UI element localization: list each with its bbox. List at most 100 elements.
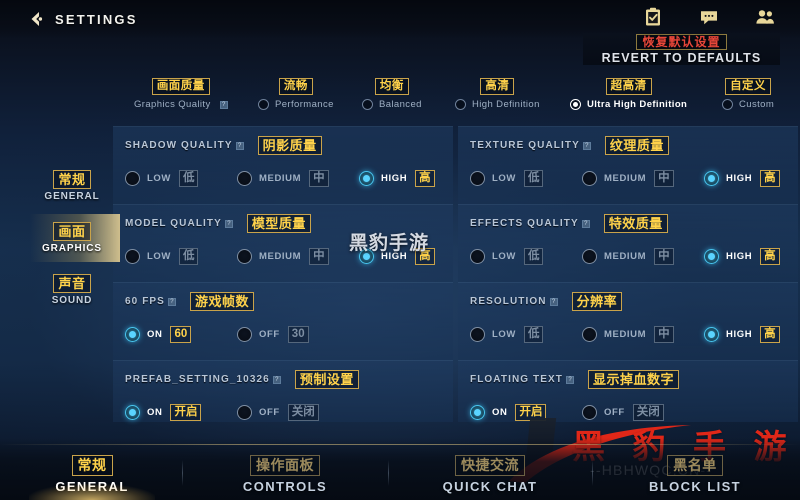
option-label: LOW <box>492 251 516 262</box>
option-label-cn: 开启 <box>170 404 202 421</box>
option-radio-selected[interactable] <box>359 171 374 186</box>
option-low[interactable]: LOW 低 <box>470 326 582 343</box>
preset-performance[interactable]: 流畅 Performance <box>258 78 334 110</box>
option-radio-selected[interactable] <box>125 405 140 420</box>
tab-controls[interactable]: 操作面板 CONTROLS <box>200 455 370 494</box>
preset-ultra-high-definition[interactable]: 超高清 Ultra High Definition <box>570 78 687 110</box>
option-radio[interactable] <box>237 327 252 342</box>
clipboard-check-icon[interactable] <box>642 6 664 28</box>
option-radio[interactable] <box>237 249 252 264</box>
preset-cn: 流畅 <box>278 78 313 95</box>
option-low[interactable]: LOW 低 <box>125 248 237 265</box>
chat-bubble-icon[interactable] <box>698 6 720 28</box>
preset-radio[interactable] <box>258 99 269 110</box>
help-icon[interactable]: ? <box>549 297 558 306</box>
settings-column-left: SHADOW QUALITY ? 阴影质量 LOW 低 MEDIUM 中 HIG… <box>113 126 453 422</box>
setting-header: RESOLUTION ? 分辨率 <box>470 292 798 311</box>
option-radio[interactable] <box>237 171 252 186</box>
option-radio[interactable] <box>237 405 252 420</box>
setting-title-cn: 游戏帧数 <box>189 292 254 311</box>
option-radio[interactable] <box>470 249 485 264</box>
option-label-cn: 低 <box>523 170 544 187</box>
revert-to-defaults-button[interactable]: 恢复默认设置 REVERT TO DEFAULTS <box>583 33 780 65</box>
option-medium[interactable]: MEDIUM 中 <box>237 170 359 187</box>
back-button[interactable]: SETTINGS <box>26 9 138 29</box>
option-off[interactable]: OFF 关闭 <box>582 404 704 421</box>
sidebar-item-sound[interactable]: 声音 SOUND <box>36 264 108 316</box>
option-label-cn: 高 <box>760 248 780 265</box>
setting-title: RESOLUTION <box>470 296 547 307</box>
preset-radio[interactable] <box>362 99 373 110</box>
option-radio-selected[interactable] <box>704 249 719 264</box>
option-label: HIGH <box>726 251 753 262</box>
option-on[interactable]: ON 开启 <box>125 404 237 421</box>
option-radio-selected[interactable] <box>704 327 719 342</box>
help-icon[interactable]: ? <box>581 219 590 228</box>
option-label-cn: 低 <box>178 248 199 265</box>
setting-options: LOW 低 MEDIUM 中 HIGH 高 <box>125 170 453 187</box>
graphics-quality-group-label: 画面质量 Graphics Quality ? <box>134 78 228 110</box>
help-icon[interactable]: ? <box>167 297 176 306</box>
preset-custom[interactable]: 自定义 Custom <box>722 78 774 110</box>
option-radio[interactable] <box>582 327 597 342</box>
preset-high-definition[interactable]: 高清 High Definition <box>455 78 540 110</box>
option-medium[interactable]: MEDIUM 中 <box>582 248 704 265</box>
option-high[interactable]: HIGH 高 <box>704 326 780 343</box>
option-radio-selected[interactable] <box>704 171 719 186</box>
option-low[interactable]: LOW 低 <box>470 170 582 187</box>
option-radio[interactable] <box>125 171 140 186</box>
tab-block-list[interactable]: 黑名单 BLOCK LIST <box>610 455 780 494</box>
option-label: HIGH <box>381 251 408 262</box>
setting-effects-quality: EFFECTS QUALITY ? 特效质量 LOW 低 MEDIUM 中 HI… <box>458 204 798 282</box>
option-low[interactable]: LOW 低 <box>470 248 582 265</box>
preset-radio-selected[interactable] <box>570 99 581 110</box>
option-radio-selected[interactable] <box>470 405 485 420</box>
help-icon[interactable]: ? <box>582 141 591 150</box>
preset-radio[interactable] <box>455 99 466 110</box>
help-icon[interactable]: ? <box>219 100 228 109</box>
option-radio-selected[interactable] <box>359 249 374 264</box>
option-high[interactable]: HIGH 高 <box>359 170 435 187</box>
help-icon[interactable]: ? <box>272 375 281 384</box>
preset-balanced[interactable]: 均衡 Balanced <box>362 78 422 110</box>
option-off[interactable]: OFF 30 <box>237 326 359 343</box>
preset-cn: 超高清 <box>605 78 652 95</box>
preset-cn: 高清 <box>480 78 515 95</box>
sidebar-item-graphics[interactable]: 画面 GRAPHICS <box>30 212 120 264</box>
option-label: HIGH <box>726 329 753 340</box>
option-high[interactable]: HIGH 高 <box>704 170 780 187</box>
option-medium[interactable]: MEDIUM 中 <box>237 248 359 265</box>
option-high[interactable]: HIGH 高 <box>704 248 780 265</box>
option-on[interactable]: ON 开启 <box>470 404 582 421</box>
preset-radio[interactable] <box>722 99 733 110</box>
nav-divider <box>182 460 183 486</box>
option-radio-selected[interactable] <box>125 327 140 342</box>
option-label: LOW <box>147 173 171 184</box>
option-radio[interactable] <box>125 249 140 264</box>
help-icon[interactable]: ? <box>566 375 574 384</box>
setting-title: FLOATING TEXT <box>470 374 563 385</box>
setting-options: LOW 低 MEDIUM 中 HIGH 高 <box>470 170 798 187</box>
option-medium[interactable]: MEDIUM 中 <box>582 170 704 187</box>
page-title: SETTINGS <box>55 11 138 27</box>
option-radio[interactable] <box>582 249 597 264</box>
option-radio[interactable] <box>582 405 597 420</box>
setting-title-cn: 预制设置 <box>294 370 359 389</box>
option-off[interactable]: OFF 关闭 <box>237 404 359 421</box>
option-medium[interactable]: MEDIUM 中 <box>582 326 704 343</box>
tab-general[interactable]: 常规 GENERAL <box>7 455 177 500</box>
option-low[interactable]: LOW 低 <box>125 170 237 187</box>
option-radio[interactable] <box>470 171 485 186</box>
tab-quick-chat[interactable]: 快捷交流 QUICK CHAT <box>405 455 575 494</box>
help-icon[interactable]: ? <box>235 141 244 150</box>
help-icon[interactable]: ? <box>224 219 233 228</box>
setting-header: SHADOW QUALITY ? 阴影质量 <box>125 136 453 155</box>
sidebar-item-general[interactable]: 常规 GENERAL <box>36 160 108 212</box>
header-icon-group <box>642 6 776 28</box>
option-radio[interactable] <box>470 327 485 342</box>
option-radio[interactable] <box>582 171 597 186</box>
setting-title-cn: 显示掉血数字 <box>588 370 680 389</box>
option-on[interactable]: ON 60 <box>125 326 237 343</box>
friends-icon[interactable] <box>754 6 776 28</box>
option-high[interactable]: HIGH 高 <box>359 248 435 265</box>
